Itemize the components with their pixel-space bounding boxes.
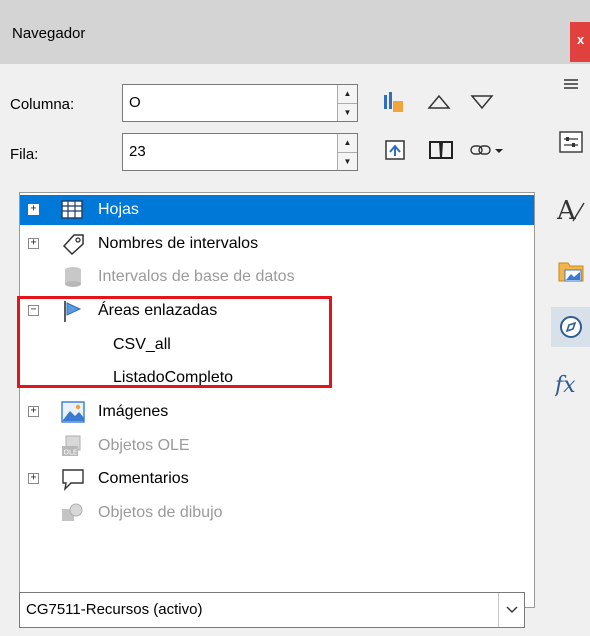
tree-item-listado-completo[interactable]: ListadoCompleto [20, 363, 534, 393]
flag-icon [60, 299, 86, 323]
document-select[interactable]: CG7511-Recursos (activo) [19, 592, 525, 628]
tree-item-label: Objetos OLE [98, 437, 190, 454]
tree-item-label: ListadoCompleto [113, 369, 234, 386]
column-spinbox[interactable]: O ▲ ▼ [122, 84, 358, 122]
book-icon[interactable] [428, 137, 454, 163]
navigator-panel: Columna: O ▲ ▼ Fila: 23 ▲ ▼ + Hojas + No… [0, 64, 540, 636]
sheet-grid-icon [60, 198, 86, 222]
tree-item-label: Nombres de intervalos [98, 235, 259, 252]
svg-text:fx: fx [555, 373, 576, 398]
tree-item-comentarios[interactable]: + Comentarios [20, 464, 534, 494]
drawing-object-icon [60, 501, 86, 525]
tree-item-csv-all[interactable]: CSV_all [20, 330, 534, 360]
tree-item-label: Intervalos de base de datos [98, 268, 295, 285]
title-bar: Navegador x [0, 0, 590, 64]
up-arrow-icon[interactable] [426, 89, 452, 115]
menu-icon[interactable] [551, 64, 590, 104]
functions-icon[interactable]: fx [551, 364, 590, 404]
collapse-icon[interactable]: − [28, 305, 39, 316]
tree-item-label: Objetos de dibujo [98, 504, 223, 521]
chevron-down-icon[interactable] [498, 593, 524, 627]
tree-item-imagenes[interactable]: + Imágenes [20, 397, 534, 427]
tree-item-label: Áreas enlazadas [98, 302, 218, 319]
spin-up-button[interactable]: ▲ [337, 85, 357, 103]
spin-down-button[interactable]: ▼ [337, 103, 357, 121]
spin-up-button[interactable]: ▲ [337, 134, 357, 152]
data-range-icon[interactable] [381, 89, 407, 115]
close-button[interactable]: x [570, 22, 590, 62]
tree-item-nombres[interactable]: + Nombres de intervalos [20, 229, 534, 259]
sidebar: A fx [540, 64, 590, 636]
navigator-icon[interactable] [551, 307, 590, 347]
properties-icon[interactable] [551, 122, 590, 162]
tree-item-hojas[interactable]: + Hojas [20, 195, 534, 225]
tree-item-objetos-dibujo[interactable]: Objetos de dibujo [20, 498, 534, 528]
expand-icon[interactable]: + [28, 204, 39, 215]
tree-item-label: CSV_all [113, 336, 171, 353]
down-arrow-icon[interactable] [469, 89, 495, 115]
tree-item-label: Hojas [98, 201, 139, 218]
svg-text:OLE: OLE [64, 449, 78, 457]
expand-icon[interactable]: + [28, 473, 39, 484]
styles-icon[interactable]: A [551, 190, 590, 230]
ole-object-icon: OLE [60, 434, 86, 458]
link-drag-mode-icon[interactable] [470, 137, 504, 163]
tree-item-intervalos-bd[interactable]: Intervalos de base de datos [20, 262, 534, 292]
image-icon [60, 400, 86, 424]
row-spinbox[interactable]: 23 ▲ ▼ [122, 133, 358, 171]
comment-icon [60, 467, 86, 492]
tree-item-areas-enlazadas[interactable]: − Áreas enlazadas [20, 296, 534, 326]
expand-icon[interactable]: + [28, 238, 39, 249]
column-label: Columna: [10, 96, 75, 113]
tree-item-objetos-ole[interactable]: OLE Objetos OLE [20, 431, 534, 461]
tag-icon [60, 232, 86, 256]
tree-item-label: Comentarios [98, 470, 189, 487]
column-input[interactable]: O [129, 94, 141, 111]
tree-item-label: Imágenes [98, 403, 169, 420]
row-input[interactable]: 23 [129, 143, 146, 160]
spin-down-button[interactable]: ▼ [337, 152, 357, 170]
row-label: Fila: [10, 146, 39, 163]
navigator-tree[interactable]: + Hojas + Nombres de intervalos Interval… [19, 192, 535, 608]
document-select-value: CG7511-Recursos (activo) [26, 601, 203, 618]
expand-icon[interactable]: + [28, 406, 39, 417]
window-title: Navegador [12, 25, 86, 42]
content-toggle-icon[interactable] [382, 137, 408, 163]
gallery-icon[interactable] [551, 252, 590, 292]
database-icon [60, 265, 86, 289]
